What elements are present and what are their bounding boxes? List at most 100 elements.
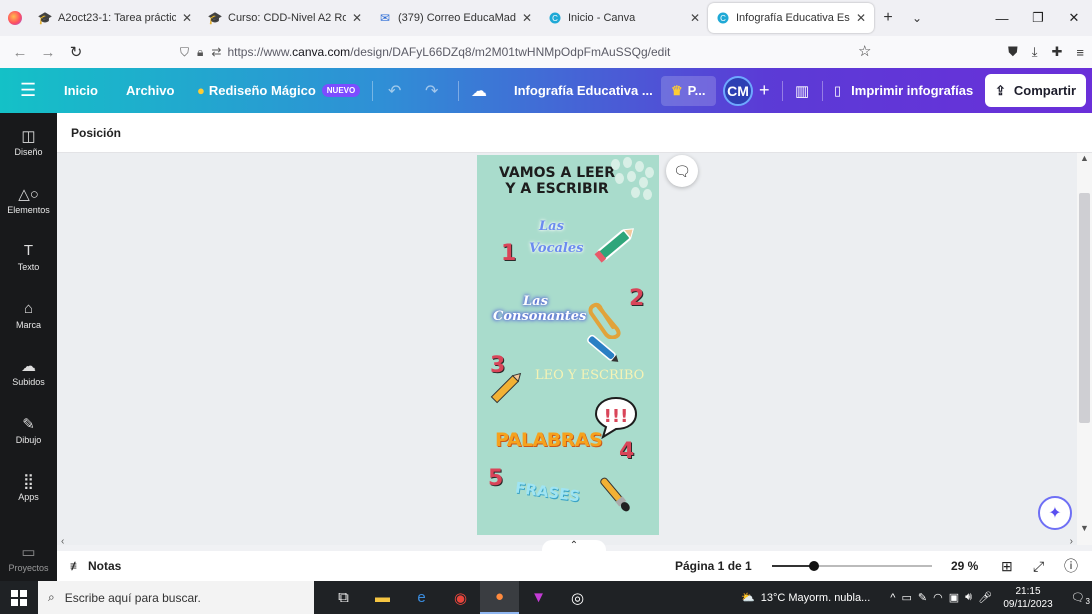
insights-chart-icon[interactable]: ▥: [795, 68, 809, 113]
tab-tarea[interactable]: 🎓 A2oct23-1: Tarea práctica 6 - | ✕: [30, 0, 200, 36]
sidebar-item-apps[interactable]: ⣿ Apps: [0, 472, 57, 502]
avatar[interactable]: CM: [723, 75, 753, 106]
close-tab-icon[interactable]: ✕: [182, 11, 192, 25]
sidebar-item-proyectos[interactable]: ▭ Proyectos: [0, 543, 57, 573]
close-tab-icon[interactable]: ✕: [856, 11, 866, 25]
word-las-consonantes-1[interactable]: Las: [523, 294, 548, 309]
scroll-up-icon[interactable]: ▲: [1080, 153, 1089, 163]
pencil-icon[interactable]: [591, 221, 641, 267]
infographic-title[interactable]: VAMOS A LEER Y A ESCRIBIR: [487, 165, 627, 197]
zoom-slider[interactable]: [772, 561, 932, 571]
forward-arrow-icon[interactable]: →: [34, 44, 62, 61]
extensions-icon[interactable]: ✚: [1052, 44, 1063, 60]
weather-text[interactable]: 13°C Mayorm. nubla...: [761, 592, 871, 604]
scroll-left-icon[interactable]: ‹: [61, 536, 64, 547]
microphone-icon[interactable]: 🎤︎: [978, 591, 992, 604]
zoom-value[interactable]: 29 %: [951, 551, 978, 581]
page-indicator[interactable]: Página 1 de 1: [675, 551, 752, 581]
scrollbar-thumb[interactable]: [1079, 193, 1090, 423]
undo-icon[interactable]: ↶: [388, 68, 401, 113]
document-title[interactable]: Infografía Educativa ...: [514, 68, 653, 113]
tab-inicio-canva[interactable]: C Inicio - Canva ✕: [540, 0, 708, 36]
add-people-icon[interactable]: +: [759, 68, 770, 113]
comment-icon[interactable]: 🗨︎: [666, 155, 698, 187]
pencil-icon[interactable]: [487, 367, 527, 407]
notifications-icon[interactable]: 🗨︎ 3: [1064, 591, 1092, 606]
redo-icon[interactable]: ↷: [425, 68, 438, 113]
downloads-icon[interactable]: ⤓: [1032, 44, 1038, 60]
share-button[interactable]: ⇪ Compartir: [985, 74, 1087, 107]
url-bar[interactable]: ⛉ 🔒︎ ⇄ https://www.canva.com/design/DAFy…: [180, 39, 880, 65]
number-4[interactable]: 4: [619, 439, 634, 464]
menu-inicio[interactable]: Inicio: [64, 68, 98, 113]
pen-icon[interactable]: [581, 329, 625, 369]
help-icon[interactable]: ⓘ: [1064, 551, 1078, 581]
tab-correo[interactable]: ✉ (379) Correo EducaMadrid :: | ✕: [370, 0, 540, 36]
vivaldi-icon[interactable]: ▼: [519, 581, 558, 614]
bookmark-star-icon[interactable]: ☆: [858, 42, 871, 60]
premium-button[interactable]: ♛ P...: [661, 75, 716, 106]
word-leo-y-escribo[interactable]: LEO Y ESCRIBO: [535, 368, 644, 383]
reload-icon[interactable]: ↻: [62, 43, 90, 61]
close-tab-icon[interactable]: ✕: [690, 11, 700, 25]
fullscreen-icon[interactable]: ⤢: [1033, 551, 1044, 581]
word-frases[interactable]: FRASES: [514, 479, 581, 506]
permissions-icon[interactable]: ⇄: [211, 45, 221, 59]
design-page[interactable]: VAMOS A LEER Y A ESCRIBIR 1 Las Vocales …: [477, 155, 659, 535]
obs-icon[interactable]: ◎: [558, 581, 597, 614]
edge-icon[interactable]: e: [402, 581, 441, 614]
word-palabras[interactable]: PALABRAS: [495, 429, 603, 451]
clock[interactable]: 21:15 09/11/2023: [998, 585, 1058, 611]
print-button[interactable]: ▯ Imprimir infografías: [834, 68, 973, 113]
close-window-icon[interactable]: ✕: [1056, 0, 1092, 36]
tab-infografia[interactable]: C Infografía Educativa Escolar | ✕: [708, 3, 874, 33]
grid-view-icon[interactable]: ⊞: [1001, 551, 1013, 581]
file-explorer-icon[interactable]: ▬: [363, 581, 402, 614]
battery-icon[interactable]: ▭: [901, 591, 911, 604]
notes-button[interactable]: ≢ Notas: [70, 551, 121, 581]
close-tab-icon[interactable]: ✕: [522, 11, 532, 25]
pocket-icon[interactable]: ⛊: [1008, 44, 1018, 60]
magic-assistant-icon[interactable]: ✦: [1038, 496, 1072, 530]
number-5[interactable]: 5: [488, 466, 503, 491]
wifi-icon[interactable]: ◠: [933, 591, 943, 604]
word-las-consonantes-2[interactable]: Consonantes: [493, 309, 586, 324]
new-tab-button[interactable]: +: [874, 9, 902, 27]
sidebar-item-dibujo[interactable]: ✎ Dibujo: [0, 415, 57, 445]
app-menu-icon[interactable]: ≡: [1076, 45, 1084, 60]
back-arrow-icon[interactable]: ←: [6, 44, 34, 61]
windows-start-icon[interactable]: [0, 581, 38, 614]
scroll-right-icon[interactable]: ›: [1070, 536, 1073, 547]
sidebar-item-elementos[interactable]: △○ Elementos: [0, 185, 57, 215]
list-tabs-chevron-icon[interactable]: ⌄: [902, 11, 932, 25]
number-1[interactable]: 1: [501, 241, 516, 266]
chrome-icon[interactable]: ◉: [441, 581, 480, 614]
weather-icon[interactable]: ⛅: [741, 591, 755, 604]
cloud-save-icon[interactable]: ☁: [471, 68, 487, 113]
zoom-slider-knob[interactable]: [808, 561, 819, 571]
taskbar-search-input[interactable]: ⌕ Escribe aquí para buscar.: [38, 581, 314, 614]
lock-icon[interactable]: 🔒︎: [197, 45, 203, 60]
word-las-vocales-2[interactable]: Vocales: [529, 241, 583, 256]
shield-icon[interactable]: ⛉: [180, 45, 189, 60]
task-view-icon[interactable]: ⧉: [324, 581, 363, 614]
tab-curso[interactable]: 🎓 Curso: CDD-Nivel A2 Rosario ✕: [200, 0, 370, 36]
pen-icon[interactable]: ✎: [918, 591, 927, 604]
magic-redesign-button[interactable]: ● Rediseño Mágico NUEVO: [197, 68, 361, 113]
network-icon[interactable]: ▣: [949, 591, 959, 604]
firefox-logo-icon[interactable]: [0, 0, 30, 36]
vertical-scrollbar[interactable]: ▲ ▼: [1077, 153, 1092, 545]
firefox-icon[interactable]: ●: [480, 581, 519, 614]
volume-icon[interactable]: 🔊︎: [965, 591, 972, 604]
menu-archivo[interactable]: Archivo: [126, 68, 174, 113]
close-tab-icon[interactable]: ✕: [352, 11, 362, 25]
position-button[interactable]: Posición: [71, 126, 121, 140]
paintbrush-icon[interactable]: [591, 469, 637, 519]
sidebar-item-diseno[interactable]: ◫ Diseño: [0, 127, 57, 157]
number-2[interactable]: 2: [629, 286, 644, 311]
hamburger-menu-icon[interactable]: ☰: [20, 68, 36, 113]
minimize-icon[interactable]: —: [984, 0, 1020, 36]
url-text[interactable]: https://www.canva.com/design/DAFyL66DZq8…: [227, 45, 670, 59]
sidebar-item-texto[interactable]: T Texto: [0, 242, 57, 272]
tray-chevron-icon[interactable]: ^: [890, 592, 895, 604]
